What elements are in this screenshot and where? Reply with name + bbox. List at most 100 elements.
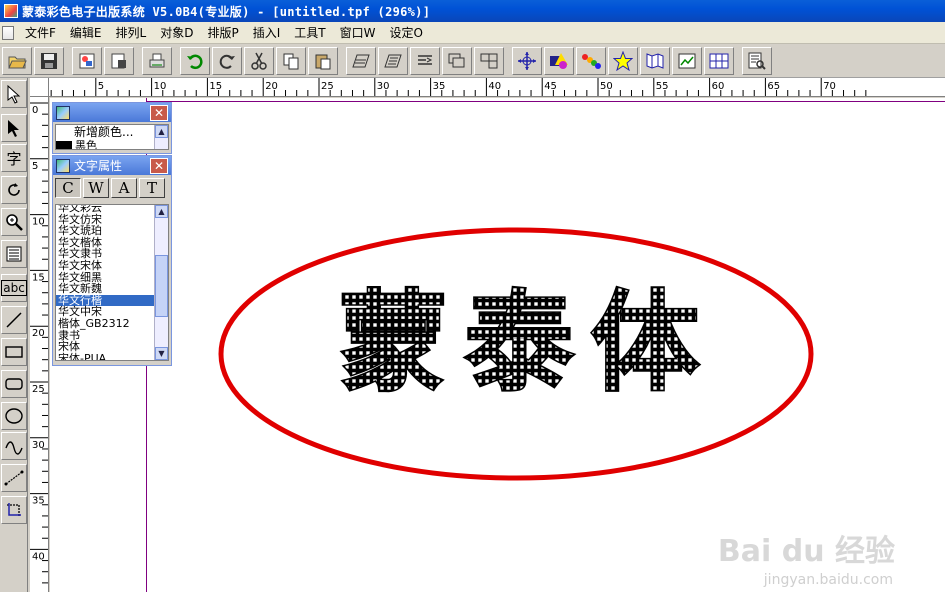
window-title: 蒙泰彩色电子出版系统 V5.0B4(专业版) - [untitled.tpf (… — [22, 4, 431, 19]
zoom-icon[interactable] — [1, 208, 27, 236]
tab-type[interactable]: T — [139, 178, 165, 198]
close-icon[interactable]: ✕ — [150, 105, 168, 121]
crop-icon[interactable] — [1, 496, 27, 524]
ruler-label: 25 — [321, 81, 334, 92]
menu-object[interactable]: 对象D — [153, 24, 200, 41]
color-scrollbar[interactable]: ▲ — [154, 125, 168, 149]
tab-width[interactable]: W — [83, 178, 109, 198]
document-icon[interactable] — [2, 25, 14, 40]
ruler-label: 35 — [433, 81, 446, 92]
shape-fill-icon[interactable] — [544, 46, 574, 75]
ruler-label: 70 — [823, 81, 836, 92]
black-color-item[interactable]: 黑色 — [56, 139, 168, 150]
select-icon[interactable] — [1, 114, 27, 142]
ruler-label: 45 — [544, 81, 557, 92]
ungroup-icon[interactable] — [474, 46, 504, 75]
polyline-icon[interactable] — [1, 464, 27, 492]
abc-icon[interactable]: abc — [1, 274, 27, 302]
tool-palette: 字 abc — [0, 78, 28, 592]
save-icon[interactable] — [34, 46, 64, 75]
tab-character[interactable]: C — [55, 178, 81, 198]
scroll-up-icon[interactable]: ▲ — [155, 205, 168, 218]
text-properties-panel: 文字属性 ✕ C W A T 华文彩云 华文仿宋 华文琥珀 华文楷体 华文隶书 … — [52, 155, 172, 366]
menu-insert[interactable]: 插入I — [246, 24, 288, 41]
color-panel: ✕ 新增颜色... 黑色 ▲ — [52, 102, 172, 154]
document-canvas[interactable]: 蒙泰体 蒙泰体 Bai du 经验 jingyan.baidu.com — [50, 98, 945, 592]
ruler-label: 5 — [32, 161, 38, 172]
ruler-label: 40 — [32, 551, 45, 562]
rect-icon[interactable] — [1, 338, 27, 366]
star-icon[interactable] — [608, 46, 638, 75]
move-icon[interactable] — [512, 46, 542, 75]
scroll-thumb[interactable] — [155, 255, 168, 317]
abc-table-icon[interactable] — [704, 46, 734, 75]
text-wrap-icon[interactable] — [410, 46, 440, 75]
text-panel-title: 文字属性 — [74, 159, 123, 173]
artwork[interactable]: 蒙泰体 蒙泰体 — [50, 98, 945, 592]
new-color-item[interactable]: 新增颜色... — [56, 125, 168, 139]
ruler-label: 15 — [32, 272, 45, 283]
view-icon[interactable] — [742, 46, 772, 75]
ellipse-icon[interactable] — [1, 402, 27, 430]
text-path-icon[interactable] — [378, 46, 408, 75]
ruler-label: 25 — [32, 384, 45, 395]
round-rect-icon[interactable] — [1, 370, 27, 398]
menu-bar: 文件F 编辑E 排列L 对象D 排版P 插入I 工具T 窗口W 设定O — [0, 22, 945, 44]
app-icon — [4, 4, 18, 18]
text-tool-icon[interactable]: 字 — [1, 144, 27, 172]
menu-file[interactable]: 文件F — [18, 24, 63, 41]
undo-icon[interactable] — [180, 46, 210, 75]
open-icon[interactable] — [2, 46, 32, 75]
font-scrollbar[interactable]: ▲ ▼ — [154, 205, 168, 360]
menu-layout[interactable]: 排版P — [200, 24, 245, 41]
artwork-text-texture: 蒙泰体 — [339, 280, 717, 406]
line-icon[interactable] — [1, 306, 27, 334]
paste-icon[interactable] — [308, 46, 338, 75]
font-item[interactable]: 华文新魏 — [56, 283, 168, 295]
print-preview-icon[interactable] — [104, 46, 134, 75]
scroll-up-icon[interactable]: ▲ — [155, 125, 168, 138]
rotate-icon[interactable] — [1, 176, 27, 204]
tab-align[interactable]: A — [111, 178, 137, 198]
font-item[interactable]: 楷体_GB2312 — [56, 318, 168, 330]
text-panel-icon — [56, 158, 70, 173]
font-list[interactable]: 华文彩云 华文仿宋 华文琥珀 华文楷体 华文隶书 华文宋体 华文细黑 华文新魏 … — [55, 204, 169, 361]
curve-icon[interactable] — [1, 432, 27, 460]
chart-icon[interactable] — [672, 46, 702, 75]
font-item[interactable]: 华文宋体 — [56, 260, 168, 272]
menu-tools[interactable]: 工具T — [287, 24, 332, 41]
palette-icon — [56, 105, 70, 120]
ruler-label: 30 — [32, 440, 45, 451]
watermark-brand: Bai du 经验 — [717, 534, 895, 569]
redo-icon[interactable] — [212, 46, 242, 75]
font-item[interactable]: 宋体 — [56, 341, 168, 353]
menu-edit[interactable]: 编辑E — [63, 24, 109, 41]
cut-icon[interactable] — [244, 46, 274, 75]
ruler-label: 60 — [712, 81, 725, 92]
app-window: 蒙泰彩色电子出版系统 V5.0B4(专业版) - [untitled.tpf (… — [0, 0, 945, 592]
font-item[interactable]: 宋体-PUA — [56, 353, 168, 360]
rainbow-icon[interactable] — [576, 46, 606, 75]
ruler-label: 15 — [209, 81, 222, 92]
close-icon[interactable]: ✕ — [150, 158, 168, 174]
ruler-label: 30 — [377, 81, 390, 92]
print-icon[interactable] — [142, 46, 172, 75]
map-icon[interactable] — [640, 46, 670, 75]
text-panel-tabs: C W A T — [53, 175, 171, 200]
color-list[interactable]: 新增颜色... 黑色 ▲ — [55, 124, 169, 150]
copy-icon[interactable] — [276, 46, 306, 75]
ruler-label: 35 — [32, 496, 45, 507]
menu-window[interactable]: 窗口W — [333, 24, 383, 41]
group-icon[interactable] — [442, 46, 472, 75]
ruler-label: 10 — [154, 81, 167, 92]
color-image-icon[interactable] — [72, 46, 102, 75]
pointer-icon[interactable] — [1, 80, 27, 108]
text-shape-icon[interactable] — [346, 46, 376, 75]
list-icon[interactable] — [1, 240, 27, 268]
text-tool-label: 字 — [6, 149, 22, 168]
menu-arrange[interactable]: 排列L — [109, 24, 154, 41]
black-color-label: 黑色 — [75, 139, 97, 150]
ruler-corner — [30, 78, 49, 97]
menu-settings[interactable]: 设定O — [382, 24, 429, 41]
scroll-down-icon[interactable]: ▼ — [155, 347, 168, 360]
